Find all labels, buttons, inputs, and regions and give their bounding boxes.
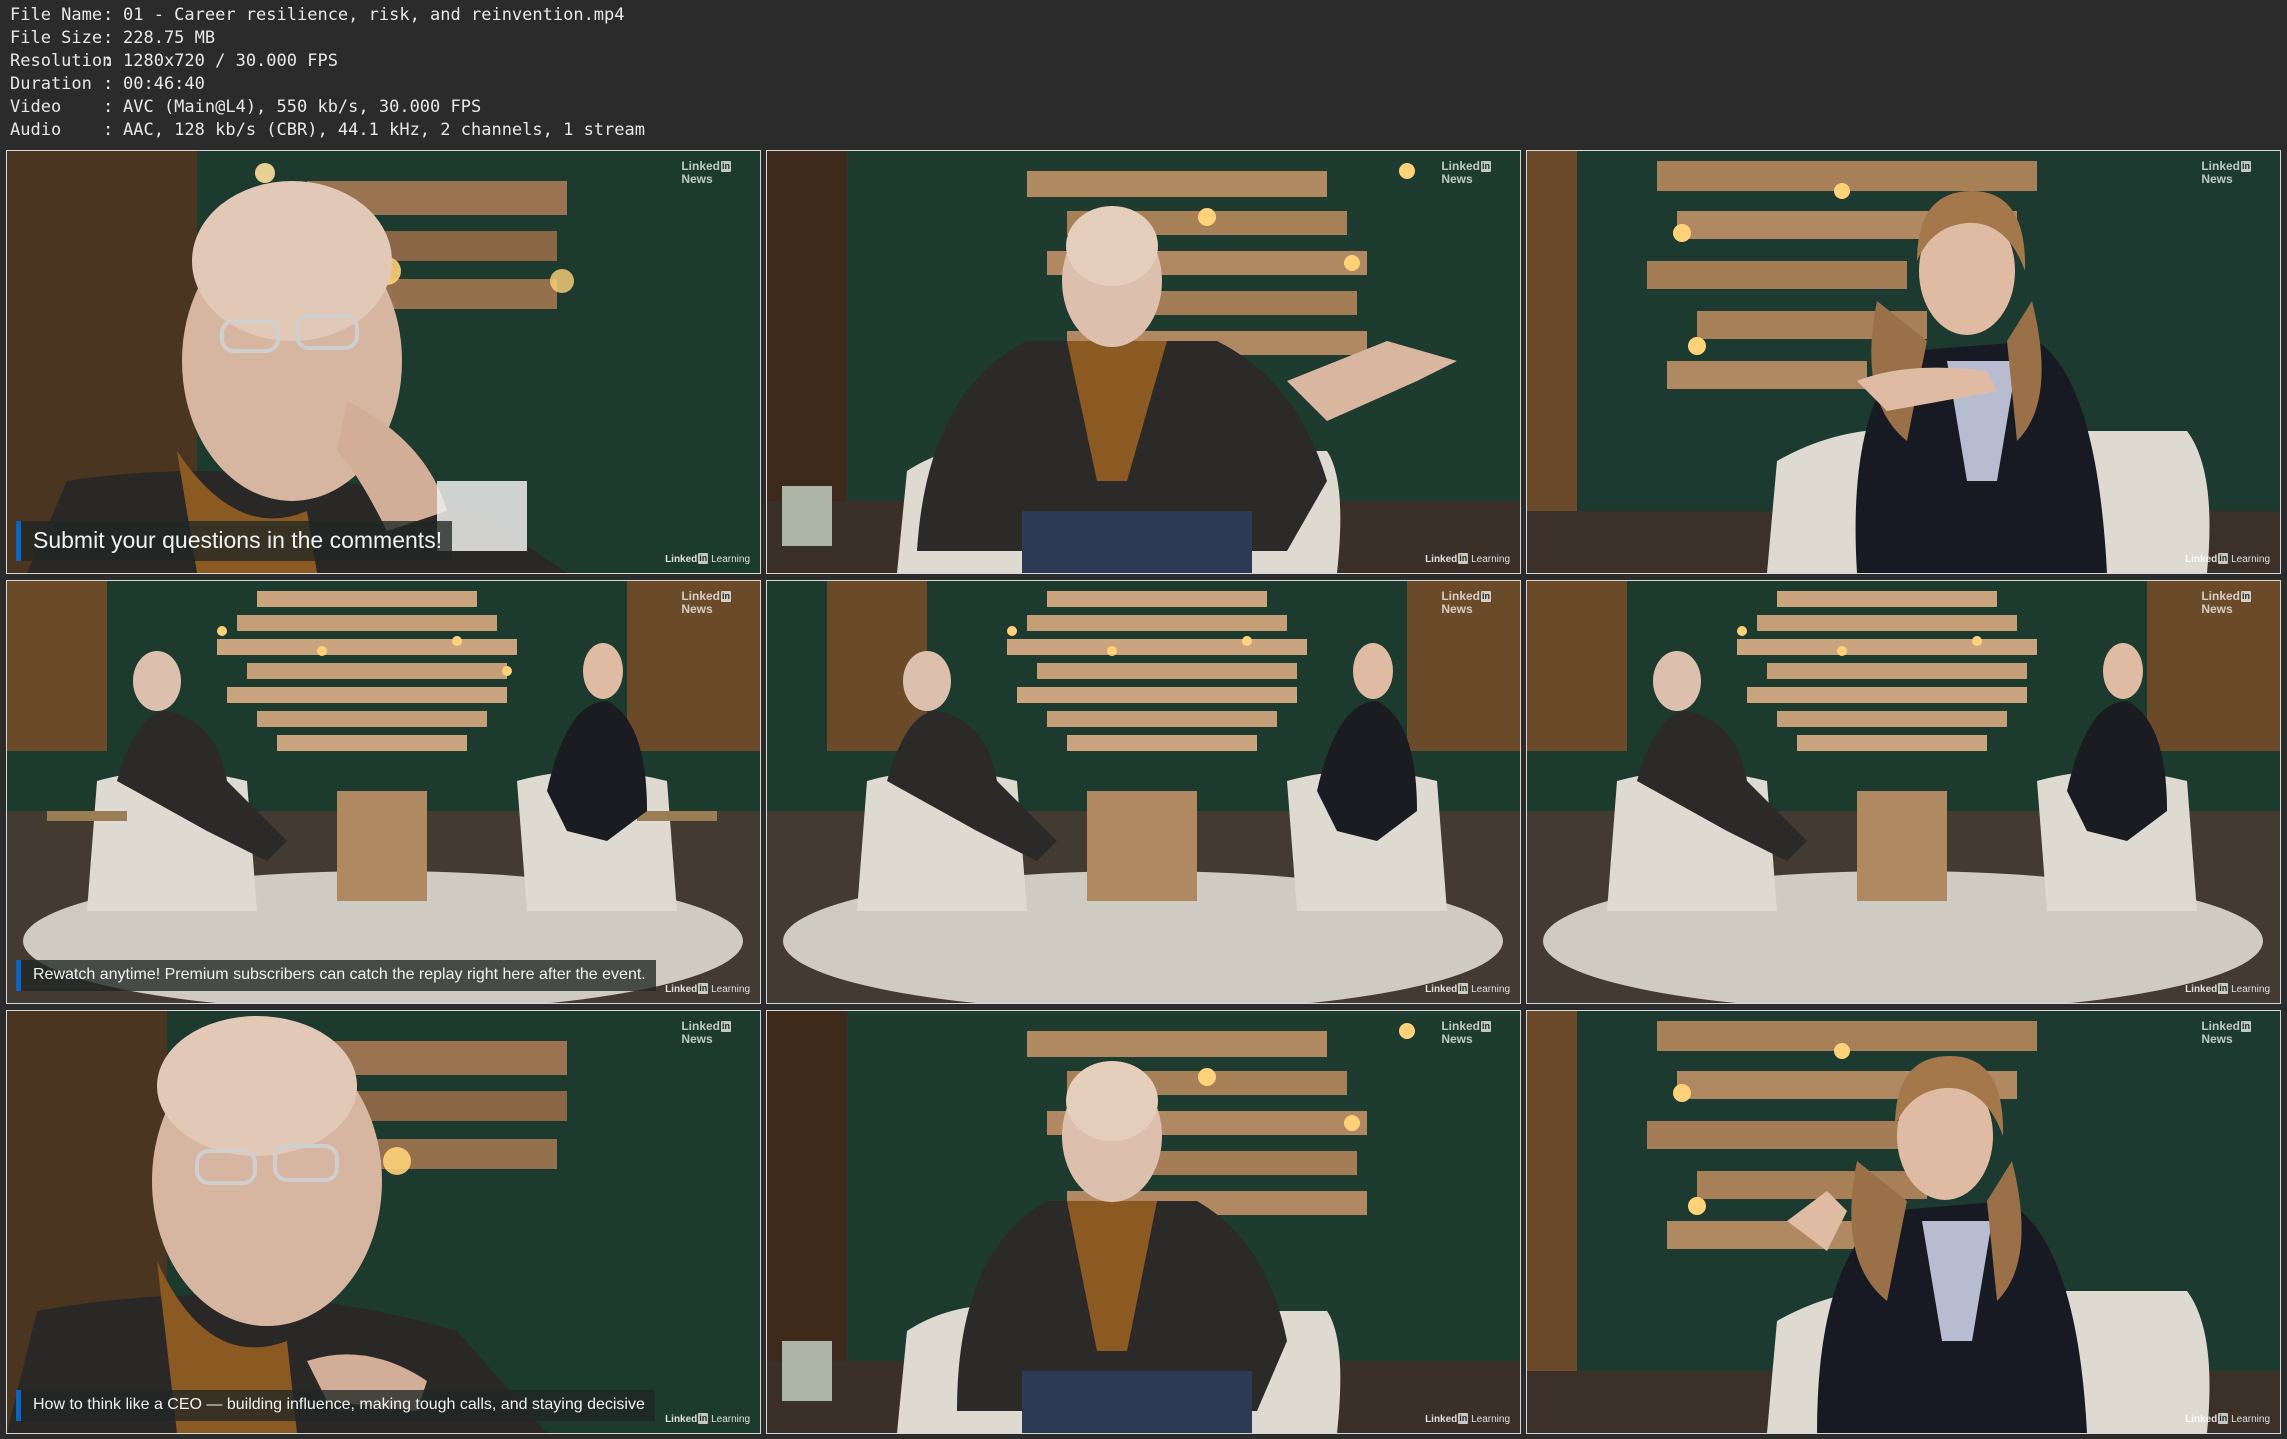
woman-host-scene	[1527, 1011, 2280, 1433]
info-row-file-name: File Name:01 - Career resilience, risk, …	[10, 5, 625, 25]
linkedin-news-logo: Linked in News	[681, 1019, 731, 1046]
closeup-man-scene	[7, 1011, 760, 1433]
wide-studio-scene	[767, 581, 1520, 1003]
thumbnail-grid: Linked in News Submit your questions in th…	[6, 150, 2281, 1434]
info-row-duration: Duration:00:46:40	[10, 74, 205, 94]
video-thumbnail-3: Linked in News Linked in Learning	[1526, 150, 2281, 574]
caption-think-like-ceo: How to think like a CEO — building influ…	[16, 1390, 655, 1421]
info-row-audio: Audio: AAC, 128 kb/s (CBR), 44.1 kHz, 2 c…	[10, 120, 645, 140]
video-thumbnail-9: Linked in News Linked in Learning	[1526, 1010, 2281, 1434]
caption-submit-questions: Submit your questions in the comments!	[16, 521, 453, 561]
linkedin-news-logo: Linked in News	[2201, 159, 2251, 186]
linkedin-news-logo: Linked in News	[2201, 1019, 2251, 1046]
linkedin-learning-logo: Linked in Learning	[665, 983, 750, 995]
wide-studio-scene	[1527, 581, 2280, 1003]
video-thumbnail-2: Linked in News Linked in Learning	[766, 150, 1521, 574]
linkedin-learning-logo: Linked in Learning	[1425, 983, 1510, 995]
video-thumbnail-7: Linked in News How to think like a CEO — b…	[6, 1010, 761, 1434]
duration-value: 00:46:40	[123, 74, 205, 94]
file-size-value: 228.75 MB	[123, 28, 216, 48]
media-info-panel: File Name:01 - Career resilience, risk, …	[10, 4, 645, 142]
linkedin-learning-logo: Linked in Learning	[2185, 1413, 2270, 1425]
video-thumbnail-5: Linked in News Linked in Learning	[766, 580, 1521, 1004]
video-thumbnail-6: Linked in News Linked in Learning	[1526, 580, 2281, 1004]
linkedin-news-logo: Linked in News	[1441, 589, 1491, 616]
video-thumbnail-1: Linked in News Submit your questions in th…	[6, 150, 761, 574]
video-thumbnail-8: Linked in News Linked in Learning	[766, 1010, 1521, 1434]
linkedin-news-logo: Linked in News	[2201, 589, 2251, 616]
linkedin-news-logo: Linked in News	[1441, 159, 1491, 186]
linkedin-learning-logo: Linked in Learning	[2185, 553, 2270, 565]
linkedin-news-logo: Linked in News	[681, 159, 731, 186]
linkedin-learning-logo: Linked in Learning	[665, 553, 750, 565]
linkedin-learning-logo: Linked in Learning	[1425, 1413, 1510, 1425]
file-name-value: 01 - Career resilience, risk, and reinve…	[123, 5, 625, 25]
audio-codec-value: AAC, 128 kb/s (CBR), 44.1 kHz, 2 channel…	[123, 120, 645, 140]
linkedin-news-logo: Linked in News	[681, 589, 731, 616]
closeup-man-scene	[7, 151, 760, 573]
linkedin-learning-logo: Linked in Learning	[1425, 553, 1510, 565]
info-row-file-size: File Size:228.75 MB	[10, 28, 216, 48]
man-in-chair-scene	[767, 151, 1520, 573]
linkedin-learning-logo: Linked in Learning	[2185, 983, 2270, 995]
info-row-video: Video: AVC (Main@L4), 550 kb/s, 30.000 FP…	[10, 97, 482, 117]
video-codec-value: AVC (Main@L4), 550 kb/s, 30.000 FPS	[123, 97, 482, 117]
wide-studio-scene	[7, 581, 760, 1003]
info-row-resolution: Resolution:1280x720 / 30.000 FPS	[10, 51, 338, 71]
video-thumbnail-4: Linked in News Rewatch anytime! Premium su…	[6, 580, 761, 1004]
caption-rewatch-anytime: Rewatch anytime! Premium subscribers can…	[16, 960, 656, 991]
resolution-value: 1280x720 / 30.000 FPS	[123, 51, 338, 71]
man-in-chair-scene	[767, 1011, 1520, 1433]
linkedin-news-logo: Linked in News	[1441, 1019, 1491, 1046]
woman-host-scene	[1527, 151, 2280, 573]
linkedin-learning-logo: Linked in Learning	[665, 1413, 750, 1425]
